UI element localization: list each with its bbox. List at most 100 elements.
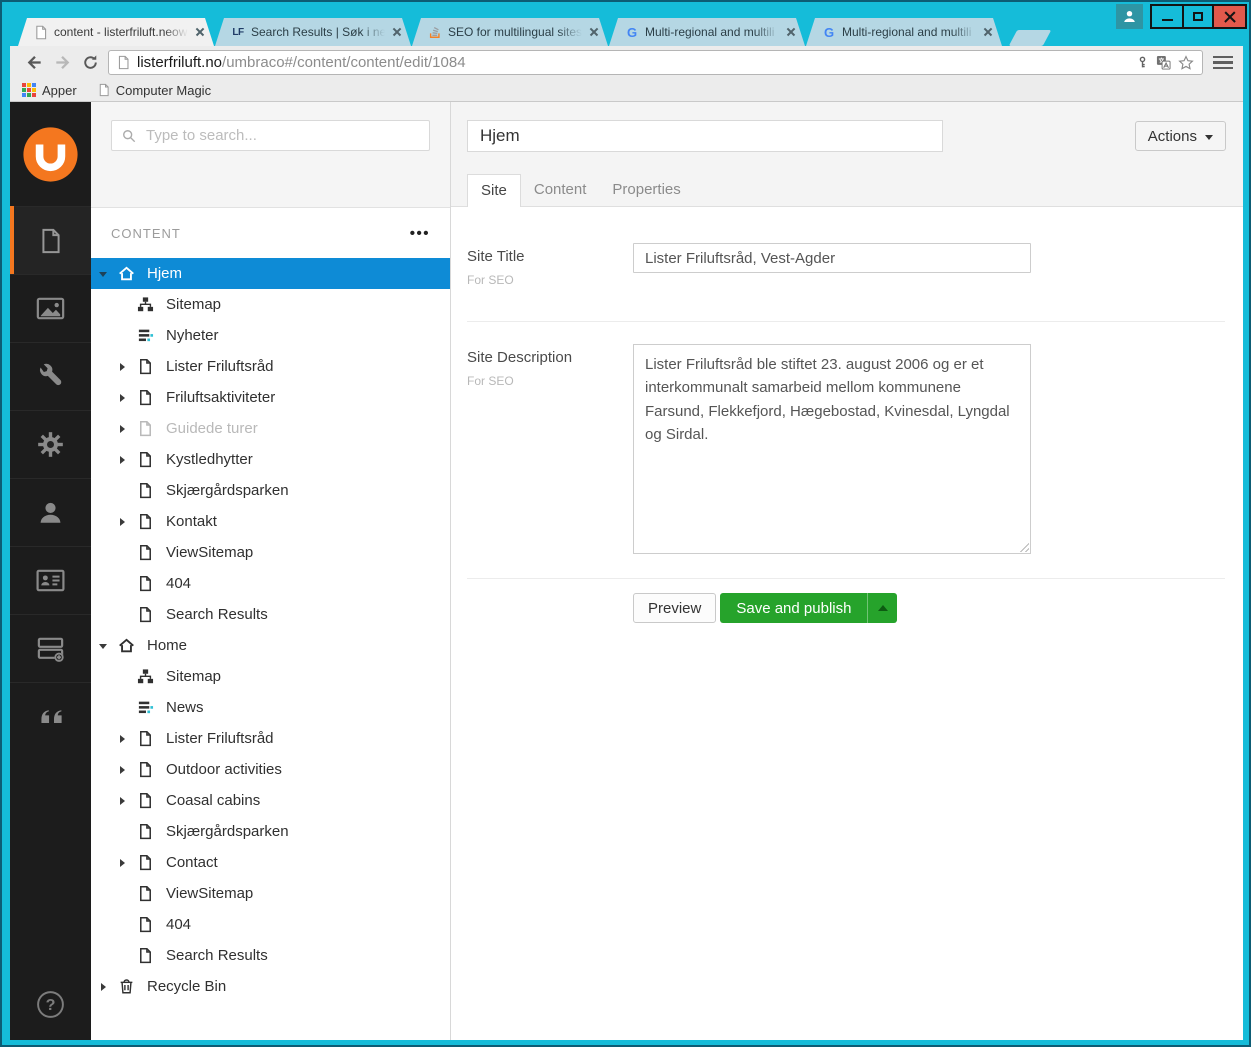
expander-caret-icon[interactable] bbox=[117, 857, 128, 868]
site-description-textarea[interactable]: Lister Friluftsråd ble stiftet 23. augus… bbox=[633, 344, 1031, 554]
tab-close-icon[interactable] bbox=[785, 26, 797, 38]
expander-caret-icon[interactable] bbox=[117, 454, 128, 465]
sidebar-section-forms[interactable] bbox=[10, 614, 91, 682]
tree-node-viewsitemap[interactable]: ViewSitemap bbox=[91, 878, 450, 909]
field-hint: For SEO bbox=[467, 273, 633, 287]
sidebar-section-media[interactable] bbox=[10, 274, 91, 342]
tree-node-skj-rg-rdsparken[interactable]: Skjærgårdsparken bbox=[91, 816, 450, 847]
close-button[interactable] bbox=[1212, 6, 1245, 27]
profile-button[interactable] bbox=[1116, 4, 1143, 29]
news-icon bbox=[136, 327, 154, 345]
tree-node-kontakt[interactable]: Kontakt bbox=[91, 506, 450, 537]
help-button[interactable]: ? bbox=[10, 968, 91, 1040]
tree-node-label: ViewSitemap bbox=[166, 544, 253, 561]
tree-node-404[interactable]: 404 bbox=[91, 909, 450, 940]
new-tab-button[interactable] bbox=[1009, 30, 1052, 46]
expander-caret-icon[interactable] bbox=[98, 640, 109, 651]
expander-caret-icon[interactable] bbox=[117, 516, 128, 527]
expander-caret-icon[interactable] bbox=[117, 423, 128, 434]
close-icon bbox=[1224, 11, 1236, 23]
tree-node-coasal-cabins[interactable]: Coasal cabins bbox=[91, 785, 450, 816]
tree-node-guidede-turer[interactable]: Guidede turer bbox=[91, 413, 450, 444]
tree-node-search-results[interactable]: Search Results bbox=[91, 940, 450, 971]
publish-options-toggle[interactable] bbox=[867, 593, 897, 623]
page-name-input[interactable] bbox=[467, 120, 943, 152]
forward-button[interactable] bbox=[48, 49, 76, 77]
editor-tab-strip: SiteContentProperties bbox=[467, 174, 1226, 206]
refresh-button[interactable] bbox=[76, 49, 104, 77]
sidebar-section-content[interactable] bbox=[10, 206, 91, 274]
actions-button[interactable]: Actions bbox=[1135, 121, 1226, 151]
browser-tab-seo-for-multilingual-sites[interactable]: SEO for multilingual sites bbox=[412, 18, 608, 46]
search-input[interactable] bbox=[144, 126, 419, 145]
address-bar[interactable]: listerfriluft.no/umbraco#/content/conten… bbox=[108, 50, 1203, 75]
tree-node-lister-friluftsr-d[interactable]: Lister Friluftsråd bbox=[91, 723, 450, 754]
tree-node-search-results[interactable]: Search Results bbox=[91, 599, 450, 630]
tree-node-news[interactable]: News bbox=[91, 692, 450, 723]
sidebar-section-members[interactable] bbox=[10, 546, 91, 614]
tab-close-icon[interactable] bbox=[982, 26, 994, 38]
tab-content[interactable]: Content bbox=[521, 174, 600, 206]
tree-node-sitemap[interactable]: Sitemap bbox=[91, 661, 450, 692]
translate-icon[interactable] bbox=[1156, 55, 1171, 70]
key-icon[interactable] bbox=[1136, 55, 1149, 70]
doc-icon bbox=[136, 544, 154, 562]
caret-spacer bbox=[117, 671, 128, 682]
tree-node-home[interactable]: Home bbox=[91, 630, 450, 661]
tab-close-icon[interactable] bbox=[391, 26, 403, 38]
browser-tab-multi-regional-and-multili[interactable]: GMulti-regional and multili bbox=[806, 18, 1002, 46]
tab-close-icon[interactable] bbox=[194, 26, 206, 38]
lf-favicon: LF bbox=[230, 24, 246, 40]
site-title-input[interactable] bbox=[633, 243, 1031, 273]
sidebar-section-translation[interactable] bbox=[10, 682, 91, 750]
sidebar-section-settings[interactable] bbox=[10, 410, 91, 478]
expander-caret-icon[interactable] bbox=[117, 795, 128, 806]
tree-node-contact[interactable]: Contact bbox=[91, 847, 450, 878]
expander-caret-icon[interactable] bbox=[98, 981, 109, 992]
bookmark-apps[interactable]: Apper bbox=[22, 83, 77, 98]
expander-caret-icon[interactable] bbox=[117, 764, 128, 775]
preview-button[interactable]: Preview bbox=[633, 593, 716, 623]
umbraco-logo[interactable] bbox=[10, 102, 91, 206]
bookmark-star-icon[interactable] bbox=[1178, 55, 1194, 71]
tree-node-label: Lister Friluftsråd bbox=[166, 358, 274, 375]
sidebar-section-developer[interactable] bbox=[10, 342, 91, 410]
tree-node-lister-friluftsr-d[interactable]: Lister Friluftsråd bbox=[91, 351, 450, 382]
expander-caret-icon[interactable] bbox=[98, 268, 109, 279]
tree-search-box[interactable] bbox=[111, 120, 430, 151]
expander-caret-icon[interactable] bbox=[117, 361, 128, 372]
tree-node-nyheter[interactable]: Nyheter bbox=[91, 320, 450, 351]
tree-node-viewsitemap[interactable]: ViewSitemap bbox=[91, 537, 450, 568]
browser-tab-content-listerfriluft-neow[interactable]: content - listerfriluft.neow bbox=[18, 18, 214, 46]
tab-properties[interactable]: Properties bbox=[599, 174, 693, 206]
browser-tab-multi-regional-and-multili[interactable]: GMulti-regional and multili bbox=[609, 18, 805, 46]
sidebar-section-users[interactable] bbox=[10, 478, 91, 546]
tree-node-hjem[interactable]: Hjem bbox=[91, 258, 450, 289]
expander-caret-icon[interactable] bbox=[117, 733, 128, 744]
back-button[interactable] bbox=[20, 49, 48, 77]
tree-node-404[interactable]: 404 bbox=[91, 568, 450, 599]
tree-node-kystledhytter[interactable]: Kystledhytter bbox=[91, 444, 450, 475]
bookmark-computer-magic[interactable]: Computer Magic bbox=[98, 83, 211, 98]
tab-title: SEO for multilingual sites bbox=[448, 25, 582, 39]
chrome-menu-icon[interactable] bbox=[1211, 56, 1235, 69]
tree-node-label: News bbox=[166, 699, 204, 716]
minimize-button[interactable] bbox=[1152, 6, 1182, 27]
maximize-button[interactable] bbox=[1182, 6, 1212, 27]
save-and-publish-button[interactable]: Save and publish bbox=[720, 593, 897, 623]
expander-caret-icon[interactable] bbox=[117, 392, 128, 403]
tree-node-label: ViewSitemap bbox=[166, 885, 253, 902]
stackoverflow-favicon bbox=[427, 24, 443, 40]
tree-node-outdoor-activities[interactable]: Outdoor activities bbox=[91, 754, 450, 785]
property-site-description: Site Description For SEO Lister Frilufts… bbox=[467, 322, 1225, 579]
tree-options-icon[interactable]: ••• bbox=[410, 225, 430, 242]
tree-node-sitemap[interactable]: Sitemap bbox=[91, 289, 450, 320]
tab-close-icon[interactable] bbox=[588, 26, 600, 38]
browser-tab-search-results-s-k-i-nett[interactable]: LFSearch Results | Søk i nett bbox=[215, 18, 411, 46]
tree-node-recycle-bin[interactable]: Recycle Bin bbox=[91, 971, 450, 1002]
tree-node-friluftsaktiviteter[interactable]: Friluftsaktiviteter bbox=[91, 382, 450, 413]
umbraco-section-sidebar: ? bbox=[10, 102, 91, 1040]
tab-site[interactable]: Site bbox=[467, 174, 521, 207]
tree-node-skj-rg-rdsparken[interactable]: Skjærgårdsparken bbox=[91, 475, 450, 506]
tree-node-label: Friluftsaktiviteter bbox=[166, 389, 275, 406]
